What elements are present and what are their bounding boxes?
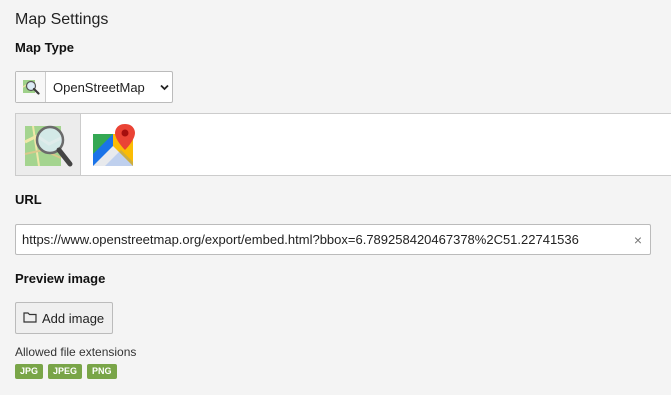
url-label: URL [15, 192, 42, 207]
section-title: Map Settings [15, 11, 109, 28]
url-input-value: https://www.openstreetmap.org/export/emb… [22, 232, 579, 247]
openstreetmap-small-icon [16, 72, 46, 102]
extension-badge: PNG [87, 364, 117, 379]
extension-badge: JPEG [48, 364, 83, 379]
folder-icon [23, 311, 37, 326]
tile-google-maps[interactable] [81, 114, 146, 175]
tile-openstreetmap[interactable] [16, 114, 81, 175]
extension-badge: JPG [15, 364, 44, 379]
add-image-label: Add image [42, 310, 105, 326]
extension-badges: JPG JPEG PNG [15, 364, 117, 379]
chevron-down-icon [156, 84, 172, 91]
add-image-button[interactable]: Add image [15, 302, 113, 334]
map-settings-panel: Map Settings Map Type OpenStreetMap URL … [0, 0, 671, 395]
map-type-label: Map Type [15, 40, 74, 55]
map-type-select[interactable]: OpenStreetMap [15, 71, 173, 103]
url-input[interactable]: https://www.openstreetmap.org/export/emb… [15, 224, 651, 255]
preview-image-label: Preview image [15, 271, 106, 286]
map-type-tiles [15, 113, 671, 176]
allowed-extensions-label: Allowed file extensions [15, 345, 137, 359]
map-type-selected-value: OpenStreetMap [53, 79, 145, 95]
clear-icon[interactable]: × [626, 232, 650, 248]
openstreetmap-icon [24, 125, 73, 166]
google-maps-icon [92, 123, 135, 166]
